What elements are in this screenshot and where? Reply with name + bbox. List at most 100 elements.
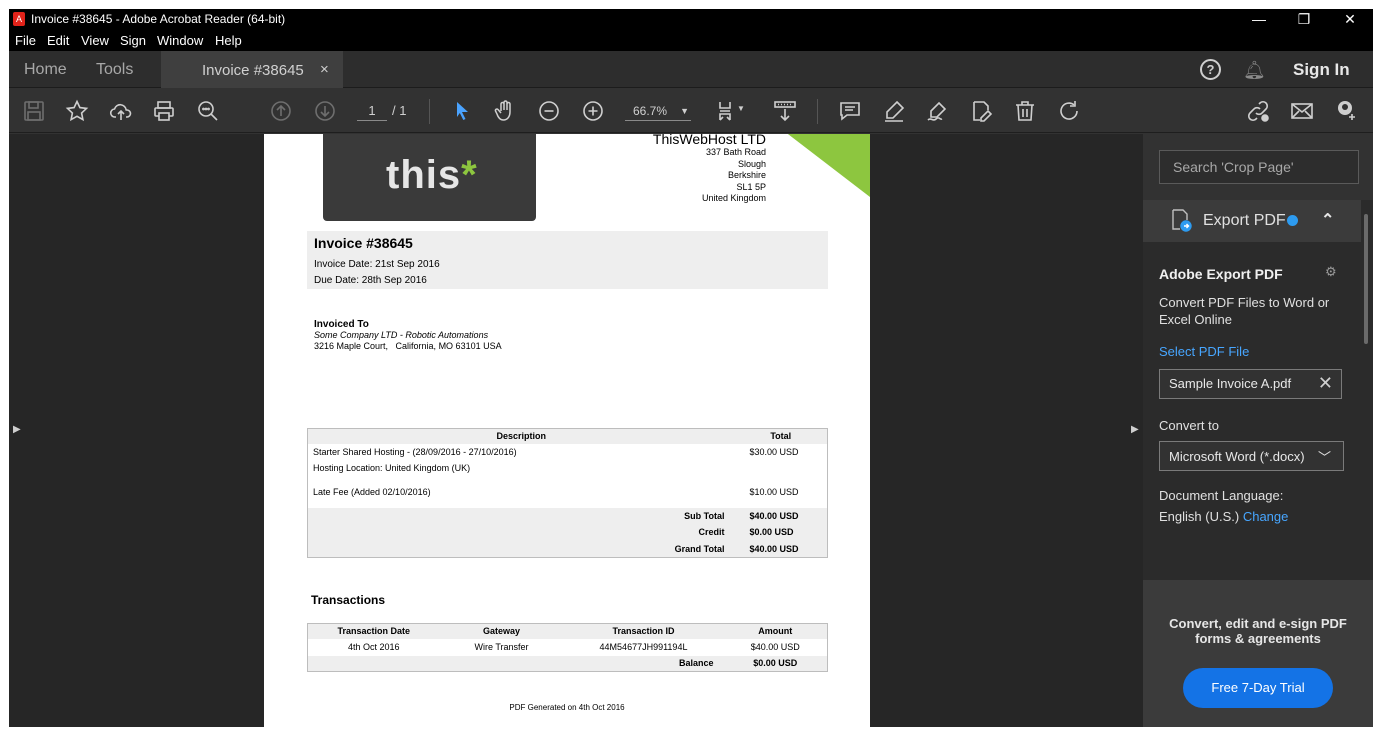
hand-icon[interactable] [493, 99, 517, 123]
sign-in-button[interactable]: Sign In [1293, 60, 1350, 80]
bookmark-star-icon[interactable] [65, 99, 89, 123]
page-total: / 1 [392, 103, 407, 118]
chevron-down-icon: ▼ [680, 106, 689, 116]
tab-tools[interactable]: Tools [96, 61, 133, 79]
logo-text: this [386, 153, 462, 197]
scroll-mode-icon[interactable] [773, 99, 797, 123]
print-icon[interactable] [152, 99, 176, 123]
menu-sign[interactable]: Sign [120, 33, 146, 48]
zoom-level-select[interactable]: 66.7% ▼ [625, 101, 691, 121]
left-panel-toggle[interactable]: ▶ [9, 134, 26, 727]
convert-to-dropdown[interactable]: Microsoft Word (*.docx) ﹀ [1159, 441, 1344, 471]
tab-close-icon[interactable]: × [320, 61, 329, 78]
table-header-row: Transaction Date Gateway Transaction ID … [307, 623, 828, 639]
toolbar-divider [817, 99, 818, 124]
address-line: United Kingdom [701, 193, 766, 203]
help-icon[interactable]: ? [1200, 59, 1221, 80]
rotate-icon[interactable] [1057, 99, 1081, 123]
menu-help[interactable]: Help [215, 33, 242, 48]
chevron-down-icon: ﹀ [1317, 450, 1331, 465]
column-header-description: Description [307, 428, 735, 444]
tab-bar: Home Tools Invoice #38645 × ? 🔔︎ Sign In [9, 51, 1373, 88]
email-icon[interactable] [1290, 99, 1314, 123]
page-up-icon[interactable] [269, 99, 293, 123]
company-name: ThisWebHost LTD [652, 134, 766, 147]
zoom-out-icon[interactable] [537, 99, 561, 123]
select-pdf-file-link[interactable]: Select PDF File [1159, 344, 1249, 359]
menu-window[interactable]: Window [157, 33, 203, 48]
invoiced-to-block: Invoiced To Some Company LTD - Robotic A… [314, 319, 502, 352]
table-spacer [308, 500, 828, 508]
tx-amount: $40.00 USD [750, 642, 800, 652]
document-viewport[interactable]: this* ThisWebHost LTD 337 Bath Road Slou… [26, 134, 1126, 727]
clear-file-icon[interactable]: ✕ [1318, 373, 1333, 394]
comment-icon[interactable] [838, 99, 862, 123]
select-arrow-icon[interactable] [450, 99, 474, 123]
item-total: $10.00 USD [749, 486, 799, 497]
right-panel-toggle[interactable]: ▶ [1126, 134, 1143, 727]
acrobat-logo-icon: A [13, 12, 25, 26]
selected-file-field[interactable]: Sample Invoice A.pdf ✕ [1159, 369, 1342, 399]
export-description: Convert PDF Files to Word or Excel Onlin… [1159, 295, 1330, 327]
page-fit-icon[interactable] [715, 99, 739, 123]
tools-panel: Search 'Crop Page' Export PDF ⌃ Adobe Ex… [1143, 134, 1373, 727]
chevron-up-icon[interactable]: ⌃ [1321, 210, 1334, 230]
address-line: SL1 5P [736, 181, 766, 192]
export-pdf-body: Adobe Export PDF ⚙ Convert PDF Files to … [1143, 242, 1361, 580]
tx-date: 4th Oct 2016 [347, 642, 400, 652]
highlight-icon[interactable] [882, 99, 906, 123]
total-value: $40.00 USD [734, 507, 828, 524]
page-number-input[interactable]: 1 [357, 101, 387, 121]
toolbar: 1 / 1 66.7% ▼ ▼ [9, 89, 1373, 133]
scrollbar-thumb[interactable] [1364, 214, 1368, 344]
share-link-icon[interactable] [1246, 99, 1270, 123]
export-pdf-header[interactable]: Export PDF ⌃ [1143, 200, 1361, 242]
generated-footer: PDF Generated on 4th Oct 2016 [509, 703, 625, 712]
tab-document[interactable]: Invoice #38645 × [161, 51, 343, 88]
export-pdf-title: Export PDF [1203, 212, 1286, 229]
bell-icon[interactable]: 🔔︎ [1243, 60, 1266, 81]
free-trial-button[interactable]: Free 7-Day Trial [1183, 668, 1333, 708]
convert-to-label: Convert to [1159, 418, 1219, 433]
menu-view[interactable]: View [81, 33, 109, 48]
table-header-row: Description Total [307, 428, 828, 444]
menu-edit[interactable]: Edit [47, 33, 69, 48]
promo-text: Convert, edit and e-sign PDF forms & agr… [1169, 616, 1347, 646]
item-description: Starter Shared Hosting - (28/09/2016 - 2… [313, 446, 517, 457]
zoom-level-value: 66.7% [633, 104, 668, 118]
table-row: Late Fee (Added 02/10/2016) $10.00 USD [308, 484, 828, 500]
client-address: 3216 Maple Court, California, MO 63101 U… [314, 341, 502, 351]
zoom-in-icon[interactable] [581, 99, 605, 123]
service-info-icon[interactable]: ⚙ [1325, 264, 1337, 280]
balance-row: Balance $0.00 USD [307, 655, 828, 672]
tab-home[interactable]: Home [24, 61, 67, 79]
edit-pdf-icon[interactable] [969, 99, 993, 123]
minimize-button[interactable]: — [1236, 9, 1282, 29]
menu-file[interactable]: File [15, 33, 36, 48]
tools-search-input[interactable]: Search 'Crop Page' [1159, 150, 1359, 184]
total-label: Grand Total [307, 540, 735, 557]
delete-icon[interactable] [1013, 99, 1037, 123]
panel-scrollbar[interactable] [1361, 200, 1373, 580]
address-line: 337 Bath Road [705, 147, 766, 157]
find-icon[interactable] [196, 99, 220, 123]
company-address: ThisWebHost LTD 337 Bath Road Slough Ber… [653, 134, 766, 205]
column-header-date: Transaction Date [307, 623, 440, 639]
maximize-button[interactable]: ❐ [1281, 9, 1327, 29]
total-label: Sub Total [307, 507, 735, 524]
sign-icon[interactable] [925, 99, 949, 123]
tab-document-label: Invoice #38645 [202, 62, 304, 79]
upload-cloud-icon[interactable] [109, 99, 133, 123]
balance-label: Balance [307, 655, 724, 672]
item-description: Hosting Location: United Kingdom (UK) [313, 462, 471, 473]
page-down-icon[interactable] [313, 99, 337, 123]
change-language-link[interactable]: Change [1243, 509, 1289, 524]
save-icon[interactable] [22, 99, 46, 123]
selected-file-name: Sample Invoice A.pdf [1169, 376, 1292, 391]
table-row: Hosting Location: United Kingdom (UK) [308, 460, 828, 476]
chevron-down-icon[interactable]: ▼ [737, 104, 747, 128]
close-window-button[interactable]: ✕ [1327, 9, 1373, 29]
chevron-right-icon: ▶ [13, 424, 21, 435]
total-label: Credit [307, 524, 735, 541]
add-user-icon[interactable] [1334, 99, 1358, 123]
